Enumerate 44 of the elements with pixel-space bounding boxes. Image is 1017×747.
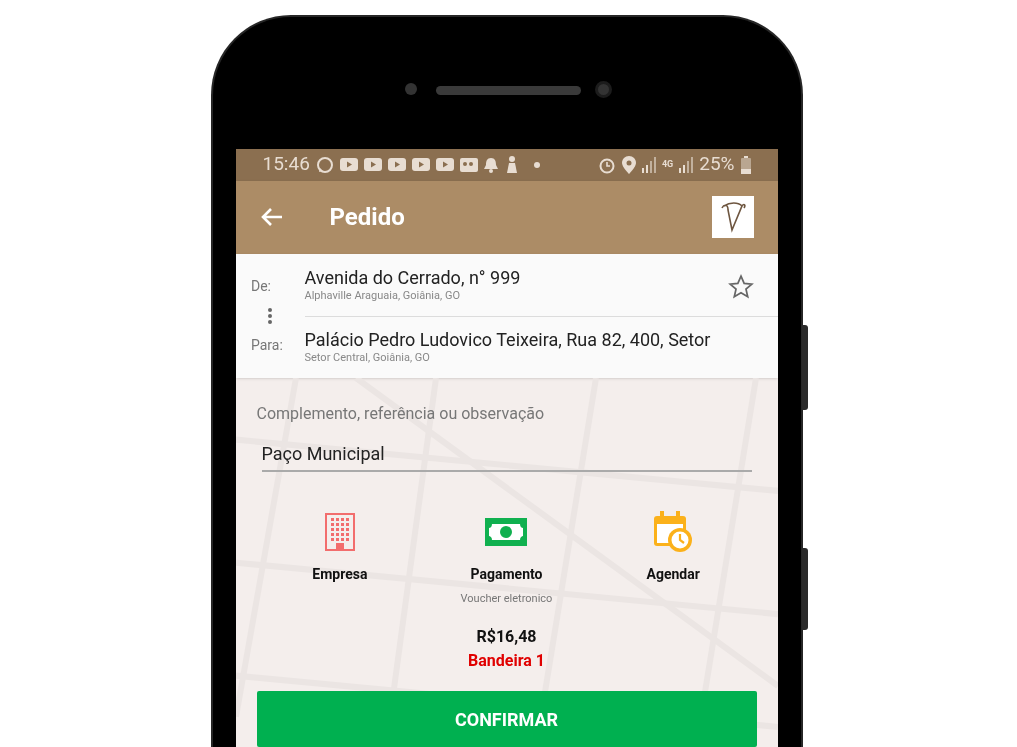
option-label: Empresa bbox=[312, 564, 368, 584]
street-address: Palácio Pedro Ludovico Teixeira, Rua 82, 400, Setor bbox=[304, 329, 711, 351]
front-camera bbox=[594, 81, 612, 98]
network-type: 4G bbox=[661, 160, 674, 169]
complement-input-field[interactable]: Paço Municipal bbox=[261, 437, 752, 472]
video-play-icon bbox=[363, 158, 382, 171]
star-icon[interactable] bbox=[727, 273, 754, 300]
signal-icon bbox=[679, 156, 694, 173]
complement-label: Complemento, referência ou observação bbox=[256, 402, 546, 425]
battery-icon bbox=[740, 155, 751, 174]
signal-icon bbox=[641, 156, 656, 173]
back-arrow-icon[interactable] bbox=[259, 207, 284, 227]
video-play-icon bbox=[387, 158, 406, 171]
tariff-label: Bandeira 1 bbox=[468, 650, 545, 672]
chat-bubble-icon bbox=[315, 155, 334, 174]
payment-method-text: Voucher eletronico bbox=[460, 590, 553, 607]
option-label: Agendar bbox=[646, 564, 700, 584]
fare-price: R$16,48 bbox=[476, 626, 537, 648]
video-play-icon bbox=[435, 158, 454, 171]
calendar-clock-icon bbox=[653, 510, 694, 553]
option-tile[interactable]: Agendar bbox=[589, 509, 757, 607]
video-play-icon bbox=[411, 158, 430, 171]
option-tile[interactable]: Empresa bbox=[256, 509, 424, 607]
locality-text: Alphaville Araguaia, Goiânia, GO bbox=[304, 288, 461, 303]
battery-percentage: 25% bbox=[699, 151, 735, 178]
video-play-icon bbox=[339, 158, 358, 171]
banknote-icon bbox=[485, 517, 528, 546]
logo bbox=[711, 196, 754, 238]
screen-title: Pedido bbox=[329, 202, 405, 233]
bell-icon bbox=[483, 156, 498, 173]
street-address: Avenida do Cerrado, n° 999 bbox=[304, 266, 521, 289]
location-pin-icon bbox=[621, 155, 636, 174]
voicemail-icon bbox=[459, 157, 478, 172]
address-row[interactable]: Palácio Pedro Ludovico Teixeira, Rua 82, 400, Setor Setor Central, Goiânia, GO bbox=[304, 315, 778, 378]
vertical-dots-icon bbox=[268, 307, 272, 324]
stop-label: Para: bbox=[250, 335, 284, 355]
stop-label: De: bbox=[250, 276, 272, 296]
option-tile[interactable]: Pagamento Voucher eletronico bbox=[423, 509, 590, 607]
clock-time: 15:46 bbox=[262, 151, 310, 178]
dot-icon bbox=[533, 161, 540, 168]
locality-text: Setor Central, Goiânia, GO bbox=[304, 351, 431, 365]
office-building-icon bbox=[324, 512, 355, 551]
address-row[interactable]: Avenida do Cerrado, n° 999 Alphaville Araguaia, Goiânia, GO bbox=[304, 253, 778, 316]
option-label: Pagamento bbox=[470, 564, 543, 584]
